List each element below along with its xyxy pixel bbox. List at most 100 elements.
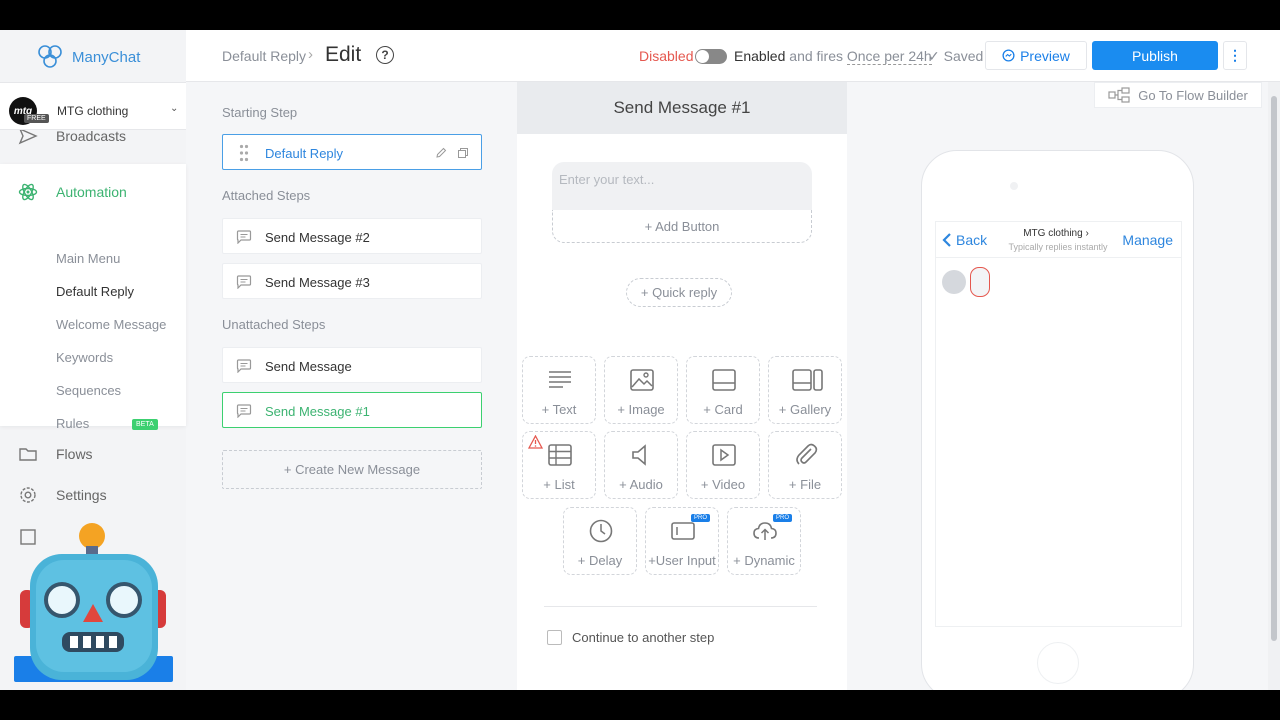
- add-audio-tile[interactable]: + Audio: [604, 431, 678, 499]
- page-scrollbar[interactable]: [1268, 82, 1280, 690]
- sidebar-item-welcome-message[interactable]: Welcome Message: [56, 317, 166, 332]
- step-card-default-reply[interactable]: Default Reply: [222, 134, 482, 170]
- sidebar-item-default-reply[interactable]: Default Reply: [56, 284, 134, 299]
- frequency-dropdown[interactable]: Once per 24h: [846, 48, 932, 65]
- continue-checkbox[interactable]: [547, 630, 562, 645]
- pro-badge: PRO: [772, 514, 792, 522]
- tile-label: + Delay: [577, 553, 623, 568]
- page-name-text: MTG clothing: [1023, 228, 1083, 239]
- speaker-icon: [632, 444, 646, 466]
- add-delay-tile[interactable]: + Delay: [563, 507, 637, 575]
- more-options-icon[interactable]: ⋮: [1223, 41, 1247, 70]
- phone-preview: Back MTG clothing › Typically replies in…: [921, 150, 1194, 690]
- text-lines-icon: [549, 371, 571, 388]
- paperclip-icon: [796, 443, 818, 465]
- tile-label: + File: [788, 477, 822, 492]
- brand-logo[interactable]: ManyChat: [36, 44, 140, 70]
- step-card-send-message-2[interactable]: Send Message #2: [222, 218, 482, 254]
- breadcrumb-separator: ›: [308, 46, 313, 63]
- tile-label: + Video: [700, 477, 746, 492]
- message-text-input[interactable]: Enter your text...: [552, 162, 812, 210]
- enable-toggle[interactable]: [695, 49, 727, 64]
- attached-steps-heading: Attached Steps: [222, 188, 311, 203]
- top-header: Default Reply › Edit ? Disabled Enabled …: [186, 30, 1280, 82]
- saved-label: Saved: [943, 48, 984, 64]
- continue-to-step-option[interactable]: Continue to another step: [547, 630, 714, 645]
- help-icon[interactable]: ?: [376, 46, 394, 64]
- starting-step-heading: Starting Step: [222, 105, 298, 120]
- gallery-icon: [792, 369, 823, 391]
- status-disabled-label: Disabled: [639, 48, 694, 64]
- tile-label: + Gallery: [778, 402, 832, 417]
- pencil-icon[interactable]: [435, 147, 447, 159]
- step-card-label: Send Message #3: [265, 275, 370, 290]
- quick-reply-button[interactable]: + Quick reply: [626, 278, 732, 307]
- chevron-right-icon: ›: [1085, 228, 1089, 239]
- preview-label: Preview: [1020, 47, 1070, 64]
- sidebar-item-main-menu[interactable]: Main Menu: [56, 251, 120, 266]
- unattached-steps-heading: Unattached Steps: [222, 317, 326, 332]
- app-screen: ManyChat Broadcasts mtg FREE MTG clothin…: [0, 30, 1280, 690]
- add-card-tile[interactable]: + Card: [686, 356, 760, 424]
- sidebar-item-settings[interactable]: Settings: [18, 485, 107, 505]
- continue-label: Continue to another step: [572, 630, 715, 645]
- go-to-flow-builder-button[interactable]: Go To Flow Builder: [1094, 82, 1262, 108]
- create-new-message-button[interactable]: + Create New Message: [222, 450, 482, 489]
- page-name: MTG clothing ›: [1006, 228, 1106, 239]
- sidebar-item-flows[interactable]: Flows: [18, 444, 93, 464]
- add-image-tile[interactable]: + Image: [604, 356, 678, 424]
- flow-builder-icon: [1108, 87, 1130, 103]
- publish-button[interactable]: Publish: [1092, 41, 1218, 70]
- back-label: Back: [956, 232, 988, 248]
- manychat-logo-icon: [38, 45, 62, 68]
- folder-icon: [19, 448, 37, 461]
- brand-name: ManyChat: [72, 48, 141, 66]
- duplicate-icon[interactable]: [457, 147, 469, 159]
- message-icon: [236, 275, 252, 289]
- add-button[interactable]: + Add Button: [552, 210, 812, 243]
- add-user-input-tile[interactable]: PRO +User Input: [645, 507, 719, 575]
- sidebar-item-keywords[interactable]: Keywords: [56, 350, 113, 365]
- status-fires-label: and fires: [789, 48, 843, 64]
- chevron-left-icon: [942, 233, 951, 247]
- sidebar-item-label: Flows: [56, 446, 93, 462]
- clock-icon: [589, 519, 613, 543]
- add-text-tile[interactable]: + Text: [522, 356, 596, 424]
- editor-title: Send Message #1: [517, 82, 847, 134]
- saved-indicator: ✓ Saved: [928, 48, 983, 65]
- pro-badge: PRO: [690, 514, 710, 522]
- add-file-tile[interactable]: + File: [768, 431, 842, 499]
- step-card-send-message-1[interactable]: Send Message #1: [222, 392, 482, 428]
- tile-label: + List: [543, 477, 575, 492]
- sidebar: ManyChat Broadcasts mtg FREE MTG clothin…: [0, 30, 186, 690]
- sidebar-item-sequences[interactable]: Sequences: [56, 383, 121, 398]
- step-card-send-message[interactable]: Send Message: [222, 347, 482, 383]
- add-dynamic-tile[interactable]: PRO + Dynamic: [727, 507, 801, 575]
- drag-handle-icon[interactable]: [239, 144, 249, 162]
- add-gallery-tile[interactable]: + Gallery: [768, 356, 842, 424]
- messenger-icon: [1002, 49, 1015, 62]
- sidebar-item-automation[interactable]: Automation: [18, 182, 127, 202]
- list-icon: [548, 444, 572, 466]
- preview-button[interactable]: Preview: [985, 41, 1087, 70]
- breadcrumb-parent[interactable]: Default Reply: [222, 48, 306, 64]
- sidebar-item-label: Automation: [56, 184, 127, 200]
- tile-label: + Image: [617, 402, 665, 417]
- message-icon: [236, 230, 252, 244]
- tile-label: + Dynamic: [733, 553, 795, 568]
- tile-label: + Audio: [619, 477, 663, 492]
- sidebar-item-rules[interactable]: Rules: [56, 416, 89, 431]
- back-button[interactable]: Back: [942, 232, 987, 248]
- tile-label: + Text: [541, 402, 577, 417]
- manage-button[interactable]: Manage: [1122, 232, 1173, 248]
- messenger-preview-screen: Back MTG clothing › Typically replies in…: [935, 221, 1182, 627]
- sidebar-item-label: Settings: [56, 487, 107, 503]
- card-icon: [712, 369, 736, 391]
- account-switcher[interactable]: mtg FREE MTG clothing ⌄: [0, 82, 186, 130]
- divider: [544, 606, 817, 607]
- step-card-send-message-3[interactable]: Send Message #3: [222, 263, 482, 299]
- status-enabled-text: Enabled and fires Once per 24h: [734, 48, 932, 65]
- scrollbar-thumb[interactable]: [1271, 96, 1277, 641]
- add-video-tile[interactable]: + Video: [686, 431, 760, 499]
- message-editor: Send Message #1 Enter your text... + Add…: [517, 82, 847, 690]
